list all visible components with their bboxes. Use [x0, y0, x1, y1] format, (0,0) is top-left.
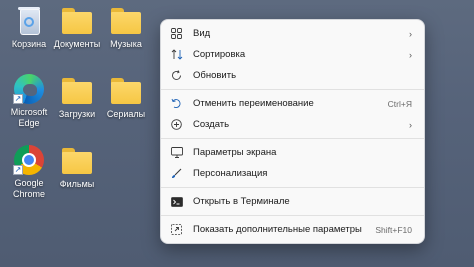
menu-separator — [161, 187, 424, 188]
menu-item-personalization[interactable]: Персонализация — [165, 163, 420, 184]
shortcut-arrow-icon: ↗ — [13, 165, 23, 175]
menu-separator — [161, 138, 424, 139]
brush-icon — [171, 167, 187, 181]
recycle-bin-icon — [13, 6, 45, 36]
more-options-icon — [171, 223, 187, 237]
menu-item-open-terminal[interactable]: Открыть в Терминале — [165, 191, 420, 212]
menu-item-label: Обновить — [193, 70, 237, 81]
terminal-icon — [171, 195, 187, 209]
sort-icon — [171, 48, 187, 62]
shortcut-arrow-icon: ↗ — [13, 94, 23, 104]
menu-item-shortcut: Ctrl+Я — [387, 98, 412, 109]
menu-item-undo-rename[interactable]: Отменить переименование Ctrl+Я — [165, 93, 420, 114]
undo-icon — [171, 97, 187, 111]
movies-folder[interactable]: Фильмы — [48, 146, 106, 190]
edge-icon: ↗ — [13, 74, 45, 104]
display-icon — [171, 146, 187, 160]
folder-icon — [110, 6, 142, 36]
refresh-icon — [171, 69, 187, 83]
desktop-icon-label: Фильмы — [59, 179, 95, 189]
menu-item-label: Показать дополнительные параметры — [193, 224, 362, 235]
menu-item-label: Персонализация — [193, 168, 268, 179]
new-icon — [171, 118, 187, 132]
menu-separator — [161, 215, 424, 216]
chevron-right-icon: › — [409, 49, 412, 60]
menu-item-label: Создать — [193, 119, 230, 130]
desktop-icon-label: Музыка — [110, 39, 142, 49]
folder-icon — [110, 76, 142, 106]
series-folder[interactable]: Сериалы — [97, 76, 155, 120]
folder-icon — [61, 76, 93, 106]
folder-icon — [61, 6, 93, 36]
menu-item-label: Сортировка — [193, 49, 246, 60]
menu-item-label: Открыть в Терминале — [193, 196, 290, 207]
desktop-icon-label: Сериалы — [106, 109, 146, 119]
menu-item-label: Параметры экрана — [193, 147, 277, 158]
chevron-right-icon: › — [409, 28, 412, 39]
menu-item-new[interactable]: Создать › — [165, 114, 420, 135]
chevron-right-icon: › — [409, 119, 412, 130]
menu-item-refresh[interactable]: Обновить — [165, 65, 420, 86]
chrome-icon: ↗ — [13, 145, 45, 175]
menu-item-show-more-options[interactable]: Показать дополнительные параметры Shift+… — [165, 219, 420, 240]
menu-item-view[interactable]: Вид › — [165, 23, 420, 44]
menu-item-label: Отменить переименование — [193, 98, 314, 109]
menu-item-label: Вид — [193, 28, 211, 39]
menu-item-sort[interactable]: Сортировка › — [165, 44, 420, 65]
grid-icon — [171, 27, 187, 41]
menu-separator — [161, 89, 424, 90]
menu-item-display-settings[interactable]: Параметры экрана — [165, 142, 420, 163]
folder-icon — [61, 146, 93, 176]
music-folder[interactable]: Музыка — [97, 6, 155, 50]
context-menu: Вид › Сортировка › Обновить Отменить пер… — [160, 19, 425, 244]
menu-item-shortcut: Shift+F10 — [375, 224, 412, 235]
